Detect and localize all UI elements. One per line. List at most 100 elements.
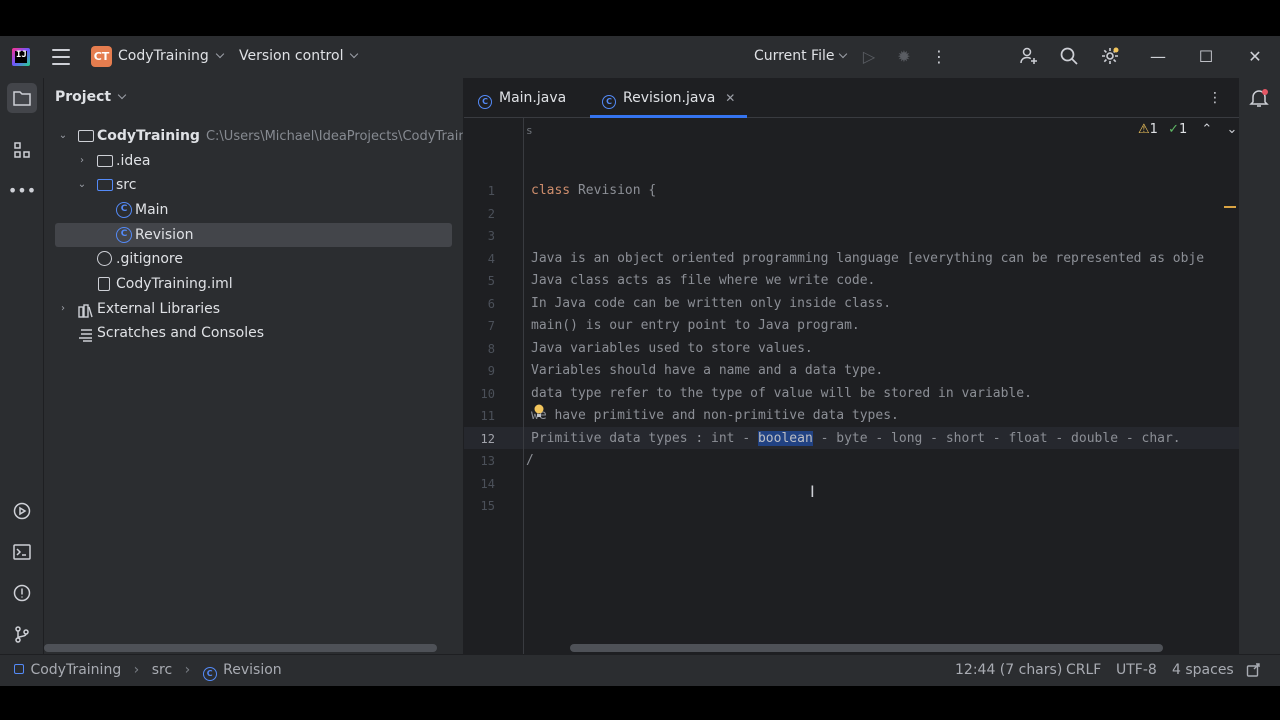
- git-tool-icon[interactable]: [7, 619, 37, 649]
- sticky-scope-hint: s: [526, 124, 533, 137]
- ide-window: IJ CT CodyTraining Version control Curre…: [0, 36, 1280, 686]
- line-number[interactable]: 8: [465, 338, 495, 360]
- line-number[interactable]: 2: [465, 203, 495, 225]
- more-tools-icon[interactable]: •••: [7, 176, 37, 206]
- code-line[interactable]: Variables should have a name and a data …: [531, 360, 883, 382]
- run-config-selector[interactable]: Current File: [754, 48, 848, 64]
- debug-icon[interactable]: ✹: [893, 46, 915, 68]
- intention-bulb-icon[interactable]: [533, 404, 545, 418]
- line-separator[interactable]: CRLF: [1066, 662, 1101, 678]
- module-folder-icon: [78, 130, 94, 142]
- indent-setting[interactable]: 4 spaces: [1172, 662, 1234, 678]
- read-only-toggle-icon[interactable]: [1246, 662, 1261, 681]
- breadcrumb: CodyTraining › src › C Revision: [14, 662, 282, 681]
- tree-item-revision[interactable]: C Revision: [55, 223, 452, 247]
- structure-tool-icon[interactable]: [7, 135, 37, 165]
- minimize-icon[interactable]: —: [1147, 46, 1169, 68]
- line-number[interactable]: 11: [465, 405, 495, 427]
- line-number[interactable]: 3: [465, 225, 495, 247]
- inspection-widget[interactable]: ⚠1 ✓1 ⌃ ⌄: [1138, 122, 1237, 137]
- breadcrumb-src[interactable]: src: [152, 662, 172, 678]
- run-icon[interactable]: ▷: [858, 46, 880, 68]
- chevron-down-icon[interactable]: ⌄: [77, 173, 87, 197]
- breadcrumb-project[interactable]: CodyTraining: [30, 662, 121, 678]
- line-number[interactable]: 7: [465, 315, 495, 337]
- run-tool-icon[interactable]: [7, 496, 37, 526]
- tab-revision-java[interactable]: C Revision.java ✕: [590, 78, 748, 118]
- chevron-right-icon[interactable]: ›: [58, 297, 68, 321]
- project-tool-icon[interactable]: [7, 83, 37, 113]
- chevron-down-icon[interactable]: ⌄: [58, 124, 68, 148]
- project-badge: CT: [91, 46, 112, 67]
- line-number[interactable]: 1: [465, 180, 495, 202]
- close-icon[interactable]: ✕: [1244, 46, 1266, 68]
- warning-icon: ⚠: [1138, 122, 1150, 137]
- next-highlight-icon[interactable]: ⌄: [1226, 122, 1237, 137]
- code-line[interactable]: main() is our entry point to Java progra…: [531, 315, 860, 337]
- chevron-down-icon: [350, 49, 359, 59]
- line-number[interactable]: 6: [465, 293, 495, 315]
- code-text: Revision {: [570, 183, 657, 198]
- tab-main-java[interactable]: C Main.java: [478, 78, 566, 118]
- chevron-down-icon: [839, 49, 848, 59]
- panel-title-label: Project: [55, 89, 112, 105]
- tree-item-src[interactable]: ⌄ src: [44, 173, 463, 197]
- vcs-menu[interactable]: Version control: [239, 48, 359, 64]
- caret-position[interactable]: 12:44 (7 chars): [955, 662, 1062, 678]
- file-encoding[interactable]: UTF-8: [1116, 662, 1157, 678]
- more-actions-icon[interactable]: ⋮: [928, 46, 950, 68]
- tree-root-label: CodyTraining C:\Users\Michael\IdeaProject…: [97, 124, 463, 148]
- run-config-label: Current File: [754, 48, 835, 64]
- line-number[interactable]: 12: [465, 428, 495, 450]
- tree-item-external-libraries[interactable]: › External Libraries: [44, 297, 463, 321]
- maximize-icon[interactable]: ☐: [1195, 46, 1217, 68]
- tab-options-icon[interactable]: ⋮: [1208, 78, 1222, 118]
- line-number[interactable]: 4: [465, 248, 495, 270]
- code-line[interactable]: class Revision {: [531, 180, 656, 202]
- code-line[interactable]: Java variables used to store values.: [531, 338, 813, 360]
- add-user-icon[interactable]: [1018, 46, 1040, 68]
- tree-item-main[interactable]: C Main: [44, 198, 463, 222]
- settings-icon[interactable]: [1099, 46, 1121, 68]
- code-line[interactable]: we have primitive and non-primitive data…: [531, 405, 899, 427]
- editor-tabs: C Main.java C Revision.java ✕ ⋮: [464, 78, 1239, 118]
- code-line[interactable]: Java is an object oriented programming l…: [531, 248, 1204, 270]
- project-switcher[interactable]: CodyTraining: [118, 48, 225, 64]
- code-line[interactable]: /: [526, 450, 534, 472]
- breadcrumb-separator: ›: [184, 662, 191, 678]
- notifications-icon[interactable]: [1244, 83, 1274, 113]
- tree-item-scratches[interactable]: Scratches and Consoles: [44, 321, 463, 345]
- breadcrumb-revision[interactable]: Revision: [223, 662, 282, 678]
- search-icon[interactable]: [1058, 46, 1080, 68]
- code-line[interactable]: Primitive data types : int - boolean - b…: [531, 428, 1181, 450]
- line-number[interactable]: 15: [465, 495, 495, 517]
- problems-tool-icon[interactable]: [7, 578, 37, 608]
- tree-root[interactable]: ⌄ CodyTraining C:\Users\Michael\IdeaProje…: [44, 124, 463, 148]
- project-panel: Project ⌄ CodyTraining C:\Users\Michael\I…: [44, 78, 463, 654]
- line-number[interactable]: 10: [465, 383, 495, 405]
- tree-item-gitignore[interactable]: .gitignore: [44, 247, 463, 271]
- project-horizontal-scrollbar[interactable]: [44, 644, 437, 652]
- code-line[interactable]: In Java code can be written only inside …: [531, 293, 891, 315]
- line-number[interactable]: 13: [465, 450, 495, 472]
- chevron-right-icon[interactable]: ›: [77, 149, 87, 173]
- warning-stripe-marker[interactable]: [1224, 206, 1236, 208]
- main-menu-icon[interactable]: [52, 49, 70, 65]
- class-icon: C: [116, 227, 132, 243]
- line-number[interactable]: 14: [465, 473, 495, 495]
- editor-horizontal-scrollbar[interactable]: [570, 644, 1163, 652]
- code-line[interactable]: data type refer to the type of value wil…: [531, 383, 1032, 405]
- tab-close-icon[interactable]: ✕: [725, 91, 735, 105]
- tree-item-iml[interactable]: CodyTraining.iml: [44, 272, 463, 296]
- tree-item-label: .gitignore: [116, 251, 183, 267]
- line-number[interactable]: 9: [465, 360, 495, 382]
- line-number[interactable]: 5: [465, 270, 495, 292]
- code-line[interactable]: Java class acts as file where we write c…: [531, 270, 875, 292]
- terminal-tool-icon[interactable]: [7, 537, 37, 567]
- tab-label: Revision.java: [623, 90, 716, 106]
- tab-label: Main.java: [499, 90, 567, 106]
- previous-highlight-icon[interactable]: ⌃: [1201, 122, 1212, 137]
- tree-item-idea[interactable]: › .idea: [44, 149, 463, 173]
- class-icon: C: [478, 95, 492, 109]
- project-panel-title[interactable]: Project: [55, 89, 127, 105]
